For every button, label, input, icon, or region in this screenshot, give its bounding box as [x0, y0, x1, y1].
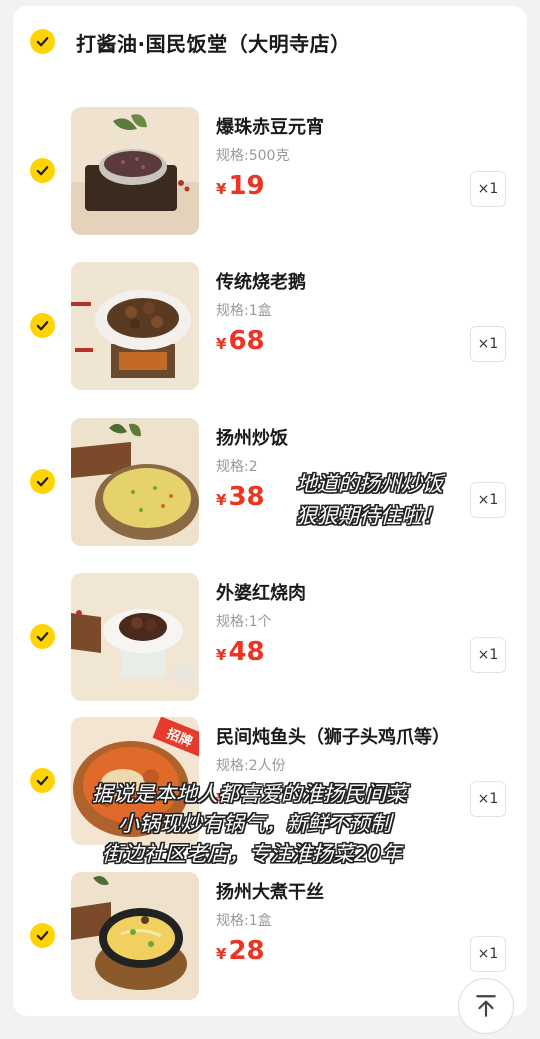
dish-image[interactable] — [71, 872, 199, 1000]
item-select-checkbox[interactable] — [30, 624, 55, 649]
check-icon — [36, 166, 49, 176]
quantity-button[interactable]: ×1 — [470, 936, 506, 972]
item-price: ¥19 — [216, 171, 265, 201]
quantity-button[interactable]: ×1 — [470, 482, 506, 518]
check-icon — [36, 776, 49, 786]
dish-image[interactable] — [71, 418, 199, 546]
item-name[interactable]: 扬州炒饭 — [216, 424, 288, 450]
cart-item: 扬州大煮干丝 规格:1盒 ¥28 ×1 — [0, 872, 540, 1002]
item-price: ¥68 — [216, 326, 265, 356]
cart-item: 外婆红烧肉 规格:1个 ¥48 ×1 — [0, 573, 540, 703]
cart-item: 扬州炒饭 规格:2 ¥38 ×1 — [0, 418, 540, 548]
item-select-checkbox[interactable] — [30, 158, 55, 183]
item-name[interactable]: 传统烧老鹅 — [216, 268, 306, 294]
check-icon — [36, 632, 49, 642]
check-icon — [36, 321, 49, 331]
arrow-up-icon — [476, 995, 496, 1017]
cart-item: 爆珠赤豆元宵 规格:500克 ¥19 ×1 — [0, 107, 540, 237]
item-spec: 规格:1盒 — [216, 913, 272, 929]
item-name[interactable]: 民间炖鱼头（狮子头鸡爪等） — [216, 723, 450, 749]
item-select-checkbox[interactable] — [30, 923, 55, 948]
store-name[interactable]: 打酱油·国民饭堂（大明寺店） — [76, 28, 351, 57]
quantity-button[interactable]: ×1 — [470, 781, 506, 817]
item-name[interactable]: 爆珠赤豆元宵 — [216, 113, 324, 139]
cart-item: 传统烧老鹅 规格:1盒 ¥68 ×1 — [0, 262, 540, 392]
item-price: ¥38 — [216, 482, 265, 512]
item-spec: 规格:1盒 — [216, 303, 272, 319]
item-spec: 规格:500克 — [216, 148, 290, 164]
item-name[interactable]: 外婆红烧肉 — [216, 579, 306, 605]
caption-line: 地道的扬州炒饭 — [296, 472, 443, 496]
caption-line: 街边社区老店，专注淮扬菜20年 — [102, 842, 402, 866]
item-select-checkbox[interactable] — [30, 313, 55, 338]
check-icon — [36, 931, 49, 941]
item-price: ¥28 — [216, 936, 265, 966]
caption-line: 小锅现炒有锅气，新鲜不预制 — [118, 812, 391, 836]
dish-image[interactable] — [71, 262, 199, 390]
item-spec: 规格:2人份 — [216, 758, 286, 774]
quantity-button[interactable]: ×1 — [470, 171, 506, 207]
check-icon — [36, 477, 49, 487]
item-select-checkbox[interactable] — [30, 469, 55, 494]
dish-image[interactable] — [71, 573, 199, 701]
item-price: ¥48 — [216, 637, 265, 667]
quantity-button[interactable]: ×1 — [470, 326, 506, 362]
quantity-button[interactable]: ×1 — [470, 637, 506, 673]
item-select-checkbox[interactable] — [30, 768, 55, 793]
store-select-checkbox[interactable] — [30, 29, 55, 54]
caption-line: 狠狠期待住啦！ — [296, 504, 443, 528]
item-spec: 规格:1个 — [216, 614, 272, 630]
check-icon — [36, 37, 49, 47]
scroll-to-top-button[interactable] — [458, 978, 514, 1034]
item-name[interactable]: 扬州大煮干丝 — [216, 878, 324, 904]
item-spec: 规格:2 — [216, 459, 258, 475]
dish-image[interactable] — [71, 107, 199, 235]
caption-line: 据说是本地人都喜爱的淮扬民间菜 — [92, 782, 407, 806]
